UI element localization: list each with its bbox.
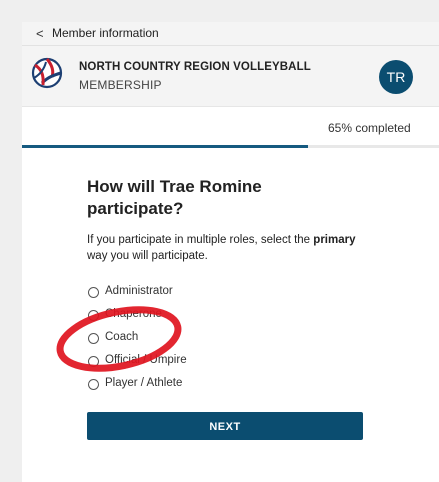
option-label[interactable]: Administrator <box>105 285 173 297</box>
progress-bar-fill <box>22 145 308 148</box>
option-label[interactable]: Coach <box>105 331 138 343</box>
help-text-prefix: If you participate in multiple roles, se… <box>87 234 311 246</box>
progress-label: 65% completed <box>328 121 411 135</box>
org-name: NORTH COUNTRY REGION VOLLEYBALL <box>79 61 311 73</box>
option-label[interactable]: Official / Umpire <box>105 354 187 366</box>
radio-button[interactable] <box>88 287 99 298</box>
org-header: NORTH COUNTRY REGION VOLLEYBALL MEMBERSH… <box>22 46 439 107</box>
progress-bar <box>22 145 439 148</box>
user-avatar[interactable]: TR <box>379 60 413 94</box>
help-text-bold: primary <box>313 234 356 246</box>
option-chaperone[interactable]: Chaperone <box>88 308 288 324</box>
help-text-suffix: way you will participate. <box>87 250 208 262</box>
option-label[interactable]: Player / Athlete <box>105 377 182 389</box>
option-administrator[interactable]: Administrator <box>88 285 288 301</box>
next-button[interactable]: NEXT <box>87 412 363 440</box>
radio-button[interactable] <box>88 379 99 390</box>
question-heading: How will Trae Romine participate? <box>87 177 262 218</box>
chevron-left-icon[interactable]: < <box>36 26 44 41</box>
back-link-member-information[interactable]: Member information <box>52 26 159 40</box>
option-label[interactable]: Chaperone <box>105 308 162 320</box>
option-player-athlete[interactable]: Player / Athlete <box>88 377 288 393</box>
member-info-bar[interactable]: < Member information <box>22 22 439 46</box>
radio-button[interactable] <box>88 310 99 321</box>
membership-subtitle: MEMBERSHIP <box>79 78 162 92</box>
radio-button[interactable] <box>88 356 99 367</box>
membership-card: < Member information NORTH COUNTRY REGIO… <box>22 22 439 482</box>
option-coach[interactable]: Coach <box>88 331 288 347</box>
radio-button[interactable] <box>88 333 99 344</box>
question-help-text: If you participate in multiple roles, se… <box>87 232 377 264</box>
option-official-umpire[interactable]: Official / Umpire <box>88 354 288 370</box>
volleyball-logo-icon <box>31 57 63 89</box>
